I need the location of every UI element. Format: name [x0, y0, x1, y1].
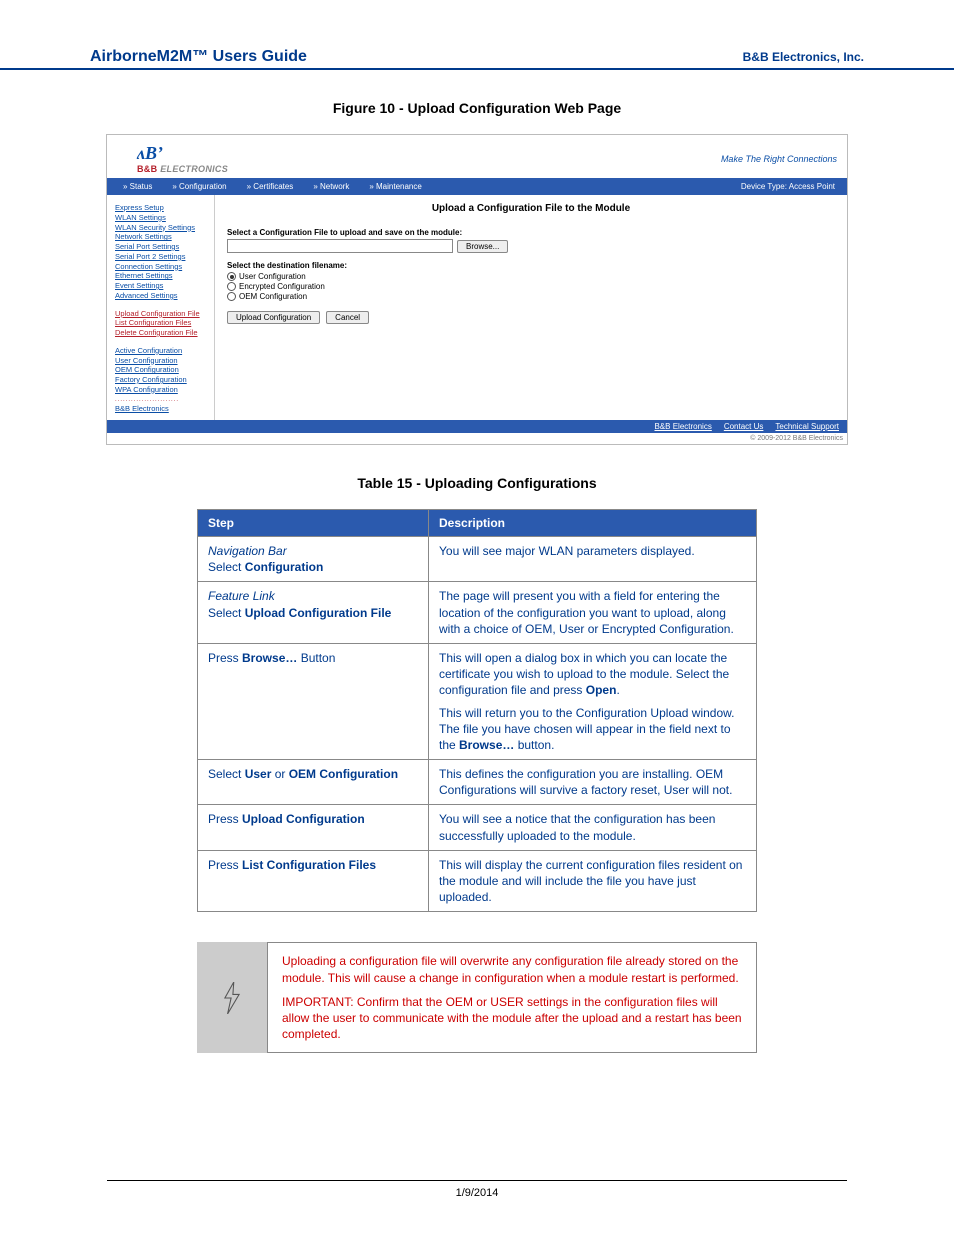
menu-item[interactable]: » Status	[113, 180, 162, 193]
steps-table: Step Description Navigation BarSelect Co…	[197, 509, 757, 912]
main-panel: Upload a Configuration File to the Modul…	[215, 195, 847, 420]
tagline: Make The Right Connections	[721, 154, 837, 164]
sidebar-link[interactable]: Express Setup	[115, 203, 210, 213]
description-cell: You will see a notice that the configura…	[429, 805, 757, 850]
lightning-bolt-icon	[221, 982, 243, 1014]
table-row: Press List Configuration FilesThis will …	[198, 850, 757, 912]
table-header-step: Step	[198, 510, 429, 537]
table-row: Select User or OEM ConfigurationThis def…	[198, 760, 757, 805]
sidebar-link[interactable]: User Configuration	[115, 356, 210, 366]
warning-paragraph: IMPORTANT: Confirm that the OEM or USER …	[282, 994, 742, 1043]
sidebar-link[interactable]: Upload Configuration File	[115, 309, 210, 319]
step-cell: Navigation BarSelect Configuration	[198, 537, 429, 582]
sidebar-link[interactable]: WLAN Security Settings	[115, 223, 210, 233]
sidebar: Express SetupWLAN SettingsWLAN Security …	[107, 195, 215, 420]
file-field-label: Select a Configuration File to upload an…	[227, 228, 835, 237]
sidebar-link[interactable]: Connection Settings	[115, 262, 210, 272]
table-caption: Table 15 - Uploading Configurations	[40, 475, 914, 491]
document-footer: 1/9/2014	[0, 1180, 954, 1199]
device-type-label: Device Type: Access Point	[741, 182, 841, 191]
step-cell: Press Upload Configuration	[198, 805, 429, 850]
sidebar-link[interactable]: OEM Configuration	[115, 365, 210, 375]
cancel-button[interactable]: Cancel	[326, 311, 369, 324]
destination-label: Select the destination filename:	[227, 261, 835, 270]
upload-configuration-button[interactable]: Upload Configuration	[227, 311, 320, 324]
description-cell: You will see major WLAN parameters displ…	[429, 537, 757, 582]
radio-label: OEM Configuration	[239, 292, 307, 301]
table-row: Press Upload ConfigurationYou will see a…	[198, 805, 757, 850]
document-title: AirborneM2M™ Users Guide	[90, 48, 307, 66]
browse-button[interactable]: Browse...	[457, 240, 508, 253]
menu-item[interactable]: » Configuration	[162, 180, 236, 193]
step-cell: Feature LinkSelect Upload Configuration …	[198, 582, 429, 644]
step-cell: Press List Configuration Files	[198, 850, 429, 912]
document-company: B&B Electronics, Inc.	[743, 50, 864, 64]
radio-option[interactable]: OEM Configuration	[227, 292, 835, 301]
radio-icon	[227, 272, 236, 281]
menu-item[interactable]: » Maintenance	[359, 180, 431, 193]
step-cell: Press Browse… Button	[198, 643, 429, 759]
description-cell: This defines the configuration you are i…	[429, 760, 757, 805]
footer-link[interactable]: Technical Support	[775, 422, 839, 431]
table-row: Feature LinkSelect Upload Configuration …	[198, 582, 757, 644]
logo-mark: ʌB’	[137, 143, 228, 164]
menu-bar: » Status» Configuration» Certificates» N…	[107, 178, 847, 195]
sidebar-link[interactable]: Delete Configuration File	[115, 328, 210, 338]
description-cell: The page will present you with a field f…	[429, 582, 757, 644]
table-row: Navigation BarSelect ConfigurationYou wi…	[198, 537, 757, 582]
logo-text: B&B ELECTRONICS	[137, 164, 228, 174]
radio-icon	[227, 292, 236, 301]
footer-date: 1/9/2014	[456, 1187, 499, 1199]
logo: ʌB’ B&B ELECTRONICS	[137, 143, 228, 174]
sidebar-link[interactable]: Serial Port Settings	[115, 242, 210, 252]
sidebar-link[interactable]: WPA Configuration	[115, 385, 210, 395]
warning-box: Uploading a configuration file will over…	[197, 942, 757, 1053]
description-cell: This will open a dialog box in which you…	[429, 643, 757, 759]
sidebar-link[interactable]: Event Settings	[115, 281, 210, 291]
sidebar-link[interactable]: Advanced Settings	[115, 291, 210, 301]
sidebar-link[interactable]: Network Settings	[115, 232, 210, 242]
warning-icon-cell	[197, 942, 267, 1053]
sidebar-link[interactable]: List Configuration Files	[115, 318, 210, 328]
menu-item[interactable]: » Network	[303, 180, 359, 193]
figure-caption: Figure 10 - Upload Configuration Web Pag…	[40, 100, 914, 116]
footer-link[interactable]: Contact Us	[724, 422, 764, 431]
panel-title: Upload a Configuration File to the Modul…	[227, 203, 835, 214]
sidebar-link[interactable]: Factory Configuration	[115, 375, 210, 385]
screenshot-web-page: ʌB’ B&B ELECTRONICS Make The Right Conne…	[106, 134, 848, 445]
document-header: AirborneM2M™ Users Guide B&B Electronics…	[0, 0, 954, 70]
sidebar-link[interactable]: Active Configuration	[115, 346, 210, 356]
step-cell: Select User or OEM Configuration	[198, 760, 429, 805]
sidebar-link[interactable]: Ethernet Settings	[115, 271, 210, 281]
radio-icon	[227, 282, 236, 291]
warning-paragraph: Uploading a configuration file will over…	[282, 953, 742, 985]
table-row: Press Browse… ButtonThis will open a dia…	[198, 643, 757, 759]
screenshot-footer: B&B Electronics Contact Us Technical Suppo…	[107, 420, 847, 433]
radio-label: User Configuration	[239, 272, 306, 281]
footer-link[interactable]: B&B Electronics	[654, 422, 711, 431]
file-path-input[interactable]	[227, 239, 453, 253]
radio-option[interactable]: User Configuration	[227, 272, 835, 281]
menu-item[interactable]: » Certificates	[237, 180, 304, 193]
copyright: © 2009-2012 B&B Electronics	[107, 433, 847, 444]
table-header-description: Description	[429, 510, 757, 537]
sidebar-link[interactable]: B&B Electronics	[115, 404, 210, 414]
sidebar-link[interactable]: WLAN Settings	[115, 213, 210, 223]
sidebar-link[interactable]: Serial Port 2 Settings	[115, 252, 210, 262]
radio-label: Encrypted Configuration	[239, 282, 325, 291]
description-cell: This will display the current configurat…	[429, 850, 757, 912]
radio-option[interactable]: Encrypted Configuration	[227, 282, 835, 291]
